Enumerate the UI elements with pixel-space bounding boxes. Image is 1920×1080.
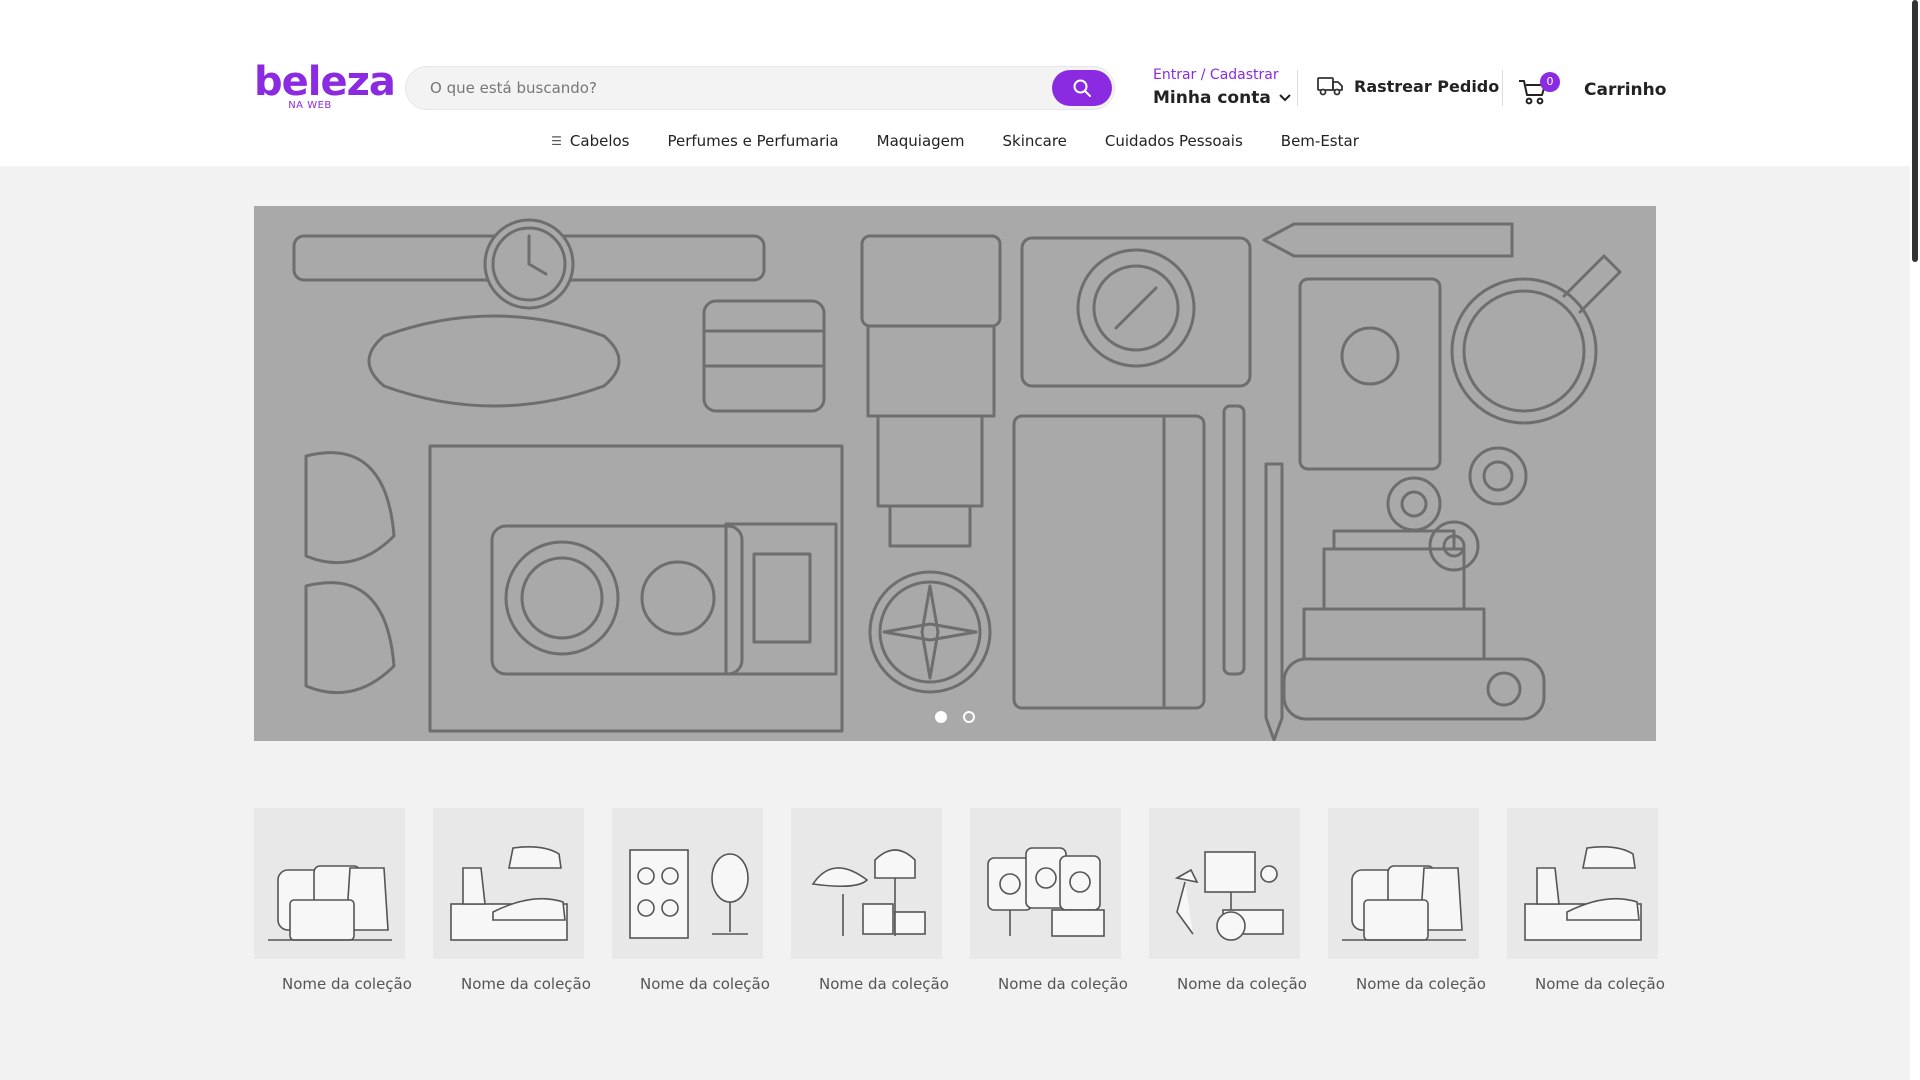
collection-name: Nome da coleção <box>282 975 412 993</box>
collection-card[interactable]: Nome da coleção <box>612 808 770 993</box>
chevron-down-icon <box>1279 94 1291 102</box>
hats-icon <box>811 849 926 936</box>
collection-thumbnail <box>1328 808 1479 959</box>
menu-item-label: Cabelos <box>569 132 630 150</box>
collection-thumbnail <box>433 808 584 959</box>
collection-card[interactable]: Nome da coleção <box>433 808 591 993</box>
collection-thumbnail <box>791 808 942 959</box>
menu-item-skincare[interactable]: Skincare <box>1001 126 1069 156</box>
track-order-label: Rastrear Pedido <box>1354 76 1500 96</box>
banner-illustration <box>292 218 1622 741</box>
divider <box>1502 70 1503 106</box>
collection-card[interactable]: Nome da coleção <box>791 808 949 993</box>
truck-icon <box>1317 77 1343 96</box>
collection-card[interactable]: Nome da coleção <box>1149 808 1307 993</box>
login-register-link[interactable]: Entrar / Cadastrar <box>1153 66 1293 84</box>
hero-banner[interactable] <box>254 206 1656 741</box>
collection-name: Nome da coleção <box>1535 975 1665 993</box>
track-order-link[interactable]: Rastrear Pedido <box>1316 74 1499 98</box>
cart-button[interactable]: 0 Carrinho <box>1518 72 1666 112</box>
brand-logo[interactable]: beleza NA WEB <box>254 59 396 120</box>
shoes-icon <box>450 846 568 941</box>
my-account-label: Minha conta <box>1153 88 1271 108</box>
collection-thumbnail <box>254 808 405 959</box>
search-input[interactable] <box>406 67 1036 109</box>
shoes-icon <box>1524 846 1642 941</box>
logo-wordmark: beleza <box>254 59 396 105</box>
my-account-dropdown[interactable]: Minha conta <box>1153 88 1293 108</box>
menu-item-perfumes[interactable]: Perfumes e Perfumaria <box>665 126 840 156</box>
menu-item-label: Maquiagem <box>876 132 965 150</box>
bags-icon <box>1342 865 1466 941</box>
collection-thumbnail <box>970 808 1121 959</box>
menu-icon: ☰ <box>551 134 562 148</box>
search-bar <box>405 66 1115 110</box>
menu-item-maquiagem[interactable]: Maquiagem <box>875 126 967 156</box>
collection-card[interactable]: Nome da coleção <box>254 808 412 993</box>
page: beleza NA WEB Entrar / Cadastrar Minha c… <box>0 0 1920 1080</box>
collection-card[interactable]: Nome da coleção <box>970 808 1128 993</box>
carousel-dots <box>254 711 1656 723</box>
watches-icon <box>987 847 1105 937</box>
bags-icon <box>268 865 392 941</box>
menu-item-cuidados-pessoais[interactable]: Cuidados Pessoais <box>1103 126 1245 156</box>
collection-name: Nome da coleção <box>461 975 591 993</box>
search-icon <box>1073 79 1091 97</box>
collection-name: Nome da coleção <box>998 975 1128 993</box>
collection-name: Nome da coleção <box>819 975 949 993</box>
menu-item-label: Skincare <box>1002 132 1067 150</box>
page-scrollbar[interactable] <box>1910 0 1920 1080</box>
menu-item-cabelos[interactable]: ☰ Cabelos <box>549 126 631 156</box>
sunglasses-icon <box>629 849 749 939</box>
divider <box>1297 70 1298 106</box>
scrollbar-thumb[interactable] <box>1912 0 1918 262</box>
menu-item-label: Perfumes e Perfumaria <box>667 132 839 150</box>
collection-name: Nome da coleção <box>1177 975 1307 993</box>
cart-label: Carrinho <box>1584 80 1667 100</box>
collection-thumbnail <box>1507 808 1658 959</box>
collection-thumbnail <box>612 808 763 959</box>
collection-card[interactable]: Nome da coleção <box>1328 808 1486 993</box>
cart-count-badge: 0 <box>1540 72 1560 92</box>
collections-row: Nome da coleção Nome da coleção Nome da … <box>254 808 1674 993</box>
collection-name: Nome da coleção <box>1356 975 1486 993</box>
menu-item-bem-estar[interactable]: Bem-Estar <box>1279 126 1361 156</box>
menu-item-label: Bem-Estar <box>1280 132 1359 150</box>
category-menu: ☰ Cabelos Perfumes e Perfumaria Maquiage… <box>0 126 1910 156</box>
collection-card[interactable]: Nome da coleção <box>1507 808 1665 993</box>
site-header: beleza NA WEB Entrar / Cadastrar Minha c… <box>0 0 1910 166</box>
lamps-icon <box>1174 851 1284 941</box>
search-button[interactable] <box>1052 70 1112 106</box>
carousel-dot-2[interactable] <box>963 711 975 723</box>
collection-thumbnail <box>1149 808 1300 959</box>
menu-item-label: Cuidados Pessoais <box>1104 132 1243 150</box>
account-menu: Entrar / Cadastrar Minha conta <box>1153 66 1293 108</box>
carousel-dot-1[interactable] <box>935 711 947 723</box>
collection-name: Nome da coleção <box>640 975 770 993</box>
